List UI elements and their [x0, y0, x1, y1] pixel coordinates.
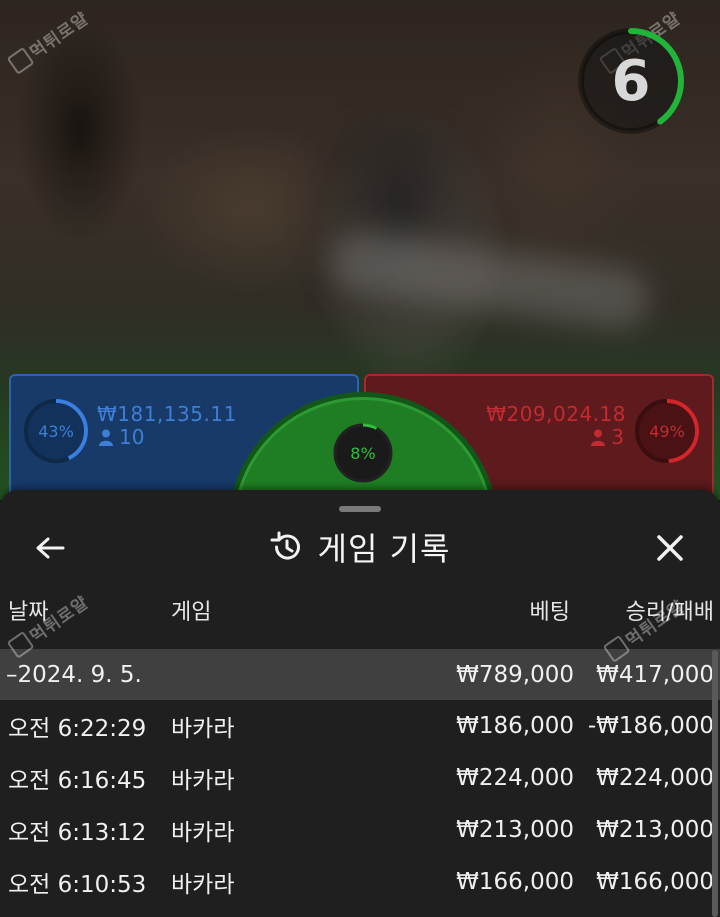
- table-row[interactable]: 오전 6:13:12 바카라 ₩213,000 ₩213,000: [0, 804, 720, 855]
- row-time: 오전 6:10:53: [8, 871, 147, 898]
- banker-percent-ring: 49%: [632, 396, 702, 466]
- player-percent-ring: 43%: [21, 396, 91, 466]
- row-winloss: -₩186,000: [587, 712, 714, 739]
- countdown-timer: 6: [576, 22, 694, 140]
- row-winloss: ₩166,000: [596, 868, 714, 895]
- table-row[interactable]: 오전 6:16:45 바카라 ₩224,000 ₩224,000: [0, 752, 720, 803]
- close-icon: [657, 535, 683, 561]
- dealer-silhouette: [300, 120, 500, 350]
- row-winloss: ₩224,000: [596, 764, 714, 791]
- table-row[interactable]: 오전 6:22:29 바카라 ₩186,000 -₩186,000: [0, 700, 720, 751]
- arrow-left-icon: [36, 537, 65, 559]
- close-button[interactable]: [646, 526, 694, 570]
- row-time: 오전 6:16:45: [8, 767, 147, 794]
- row-bet: ₩186,000: [456, 712, 574, 739]
- sheet-header: 게임 기록: [0, 520, 720, 574]
- row-time: 오전 6:22:29: [8, 715, 147, 742]
- history-scrollbar[interactable]: [712, 650, 718, 917]
- row-bet: ₩166,000: [456, 868, 574, 895]
- player-bettor-count: 10: [99, 425, 144, 449]
- timer-seconds: 6: [611, 48, 651, 114]
- tie-percent-ring: 8%: [330, 420, 396, 486]
- sheet-drag-handle[interactable]: [339, 506, 381, 512]
- summary-date: –2024. 9. 5.: [6, 661, 142, 688]
- row-winloss: ₩213,000: [596, 816, 714, 843]
- banker-total-amount: ₩209,024.18: [486, 402, 626, 426]
- row-time: 오전 6:13:12: [8, 819, 147, 846]
- person-icon: [591, 429, 606, 446]
- banker-percent-label: 49%: [649, 421, 685, 441]
- player-percent-label: 43%: [38, 421, 74, 441]
- tie-percent-label: 8%: [350, 443, 376, 463]
- sheet-title: 게임 기록: [317, 530, 451, 568]
- row-bet: ₩213,000: [456, 816, 574, 843]
- row-bet: ₩224,000: [456, 764, 574, 791]
- banker-bettor-count: 3: [591, 425, 624, 449]
- back-button[interactable]: [24, 528, 76, 568]
- player-total-amount: ₩181,135.11: [97, 402, 237, 426]
- history-icon: [270, 531, 300, 560]
- row-game: 바카라: [171, 871, 235, 898]
- person-icon: [99, 429, 113, 446]
- live-baccarat-screen: 먹튀로얄 먹튀로얄 6 43% ₩181,135.11 10 4: [0, 0, 720, 917]
- column-header-game[interactable]: 게임: [171, 594, 211, 626]
- summary-bet: ₩789,000: [456, 661, 574, 688]
- row-game: 바카라: [171, 767, 235, 794]
- column-header-bet[interactable]: 베팅: [530, 594, 570, 626]
- row-game: 바카라: [171, 715, 235, 742]
- table-row[interactable]: 오전 6:10:53 바카라 ₩166,000 ₩166,000: [0, 856, 720, 907]
- game-history-sheet: 게임 기록 날짜 게임 베팅 승리/패배 –2024. 9. 5. ₩789,0…: [0, 490, 720, 917]
- row-game: 바카라: [171, 819, 235, 846]
